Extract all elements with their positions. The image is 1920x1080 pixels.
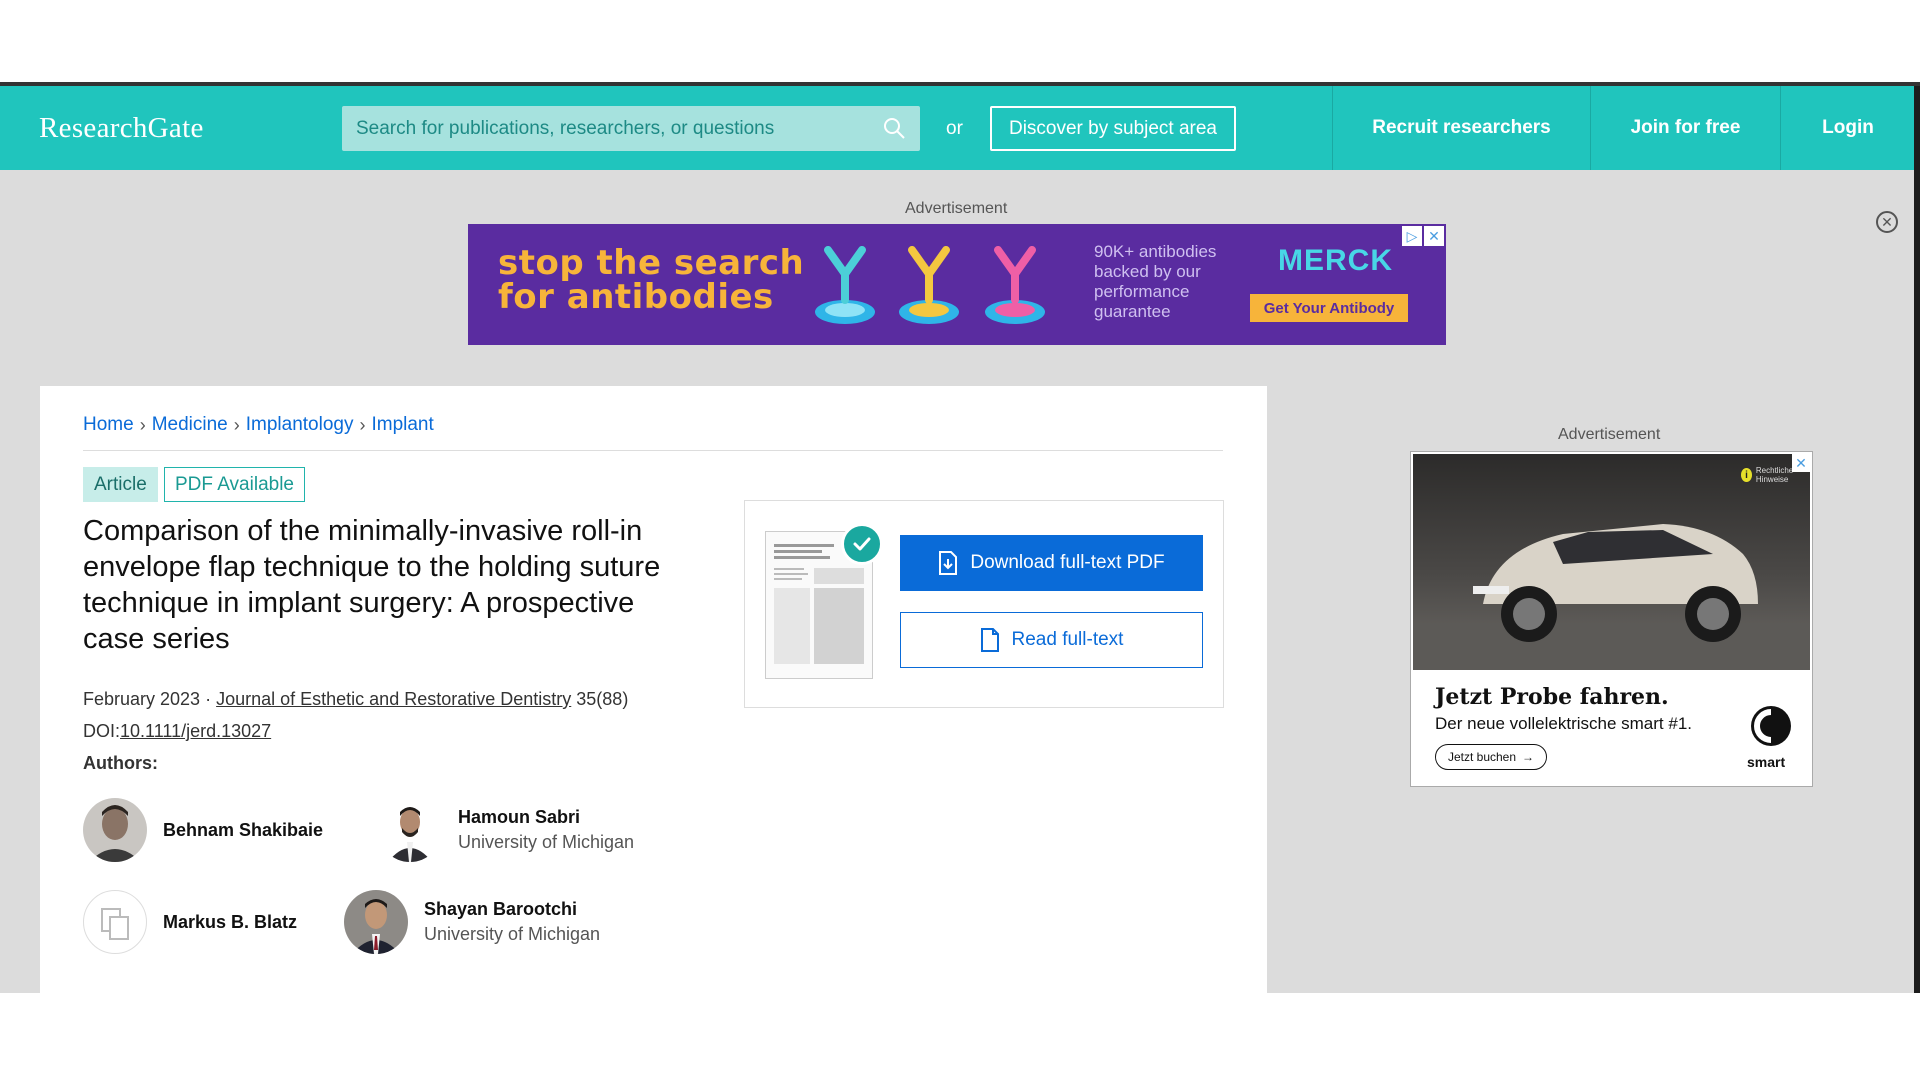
document-icon	[980, 628, 999, 652]
discover-by-subject-button[interactable]: Discover by subject area	[990, 106, 1236, 151]
breadcrumb: Home › Medicine › Implantology › Implant	[83, 414, 434, 436]
author-name[interactable]: Markus B. Blatz	[163, 912, 297, 933]
advertisement-label-top: Advertisement	[905, 200, 1008, 217]
search-input[interactable]: Search for publications, researchers, or…	[342, 106, 920, 151]
author-affiliation: University of Michigan	[458, 832, 635, 852]
search-icon[interactable]	[882, 116, 906, 140]
adchoices[interactable]: ▷ ✕	[1402, 226, 1444, 246]
adchoices-icon[interactable]: ▷	[1402, 226, 1422, 246]
breadcrumb-implantology[interactable]: Implantology	[246, 414, 354, 436]
avatar	[83, 798, 147, 862]
ad-right-subline: Der neue vollelektrische smart #1.	[1435, 714, 1693, 733]
breadcrumb-medicine[interactable]: Medicine	[152, 414, 228, 436]
article-meta: February 2023 · Journal of Esthetic and …	[83, 689, 629, 741]
recruit-researchers-link[interactable]: Recruit researchers	[1332, 86, 1590, 170]
authors-label: Authors:	[83, 753, 158, 773]
researchgate-logo[interactable]: ResearchGate	[39, 112, 204, 145]
breadcrumb-implant[interactable]: Implant	[371, 414, 433, 436]
journal-link[interactable]: Journal of Esthetic and Restorative Dent…	[216, 689, 571, 709]
download-pdf-button[interactable]: Download full-text PDF	[900, 535, 1203, 591]
arrow-right-icon: →	[1522, 750, 1535, 764]
ad-copy: 90K+ antibodies backed by our performanc…	[1094, 242, 1217, 321]
pdf-available-badge: PDF Available	[164, 467, 305, 502]
breadcrumb-home[interactable]: Home	[83, 414, 134, 436]
check-icon	[841, 523, 883, 565]
ad-headline: stop the search for antibodies	[498, 243, 805, 317]
top-navbar: ResearchGate Search for publications, re…	[0, 86, 1920, 170]
author-item[interactable]: Behnam Shakibaie	[83, 798, 323, 862]
close-ad-icon[interactable]: ✕	[1792, 454, 1810, 472]
info-icon: i	[1741, 468, 1752, 482]
avatar	[344, 890, 408, 954]
login-link[interactable]: Login	[1780, 86, 1915, 170]
join-for-free-link[interactable]: Join for free	[1590, 86, 1780, 170]
article-title: Comparison of the minimally-invasive rol…	[83, 515, 661, 655]
car-image	[1413, 454, 1810, 670]
smart-brand: smart	[1747, 754, 1786, 770]
antibody-icon	[899, 246, 959, 324]
publication-date: February 2023	[83, 689, 201, 709]
journal-volume: 35(88)	[576, 689, 629, 709]
search-placeholder: Search for publications, researchers, or…	[356, 118, 775, 139]
get-antibody-button[interactable]: Get Your Antibody	[1250, 294, 1408, 322]
article-type-badge: Article	[83, 467, 158, 502]
author-name[interactable]: Hamoun Sabri	[458, 807, 634, 828]
fulltext-panel: Download full-text PDF Read full-text	[744, 500, 1224, 708]
chevron-right-icon: ›	[139, 414, 146, 435]
scrollbar[interactable]	[1914, 86, 1920, 993]
doi-label: DOI:	[83, 721, 121, 741]
antibody-icon	[985, 246, 1045, 324]
book-test-drive-button[interactable]: Jetzt buchen →	[1435, 744, 1547, 770]
download-pdf-label: Download full-text PDF	[970, 552, 1165, 573]
author-item[interactable]: Shayan Barootchi University of Michigan	[344, 890, 600, 954]
chevron-right-icon: ›	[233, 414, 240, 435]
article-card: Home › Medicine › Implantology › Implant…	[40, 386, 1267, 993]
advertisement-label-right: Advertisement	[1558, 426, 1661, 443]
chevron-right-icon: ›	[359, 414, 366, 435]
close-ad-icon[interactable]: ✕	[1424, 226, 1444, 246]
smart-logo-icon	[1751, 706, 1791, 746]
author-item[interactable]: Hamoun Sabri University of Michigan	[378, 798, 634, 862]
avatar	[378, 798, 442, 862]
banner-ad[interactable]: stop the search for antibodies 90K+ anti…	[468, 224, 1446, 345]
sidebar-ad[interactable]: i Rechtliche Hinweise ✕ Jetzt Probe fahr…	[1410, 451, 1813, 787]
read-fulltext-label: Read full-text	[1011, 629, 1124, 650]
author-name[interactable]: Behnam Shakibaie	[163, 820, 323, 841]
ad-right-headline: Jetzt Probe fahren.	[1435, 684, 1669, 710]
download-file-icon	[939, 551, 958, 575]
avatar-placeholder-icon	[83, 890, 147, 954]
author-affiliation: University of Michigan	[424, 924, 601, 944]
author-name[interactable]: Shayan Barootchi	[424, 899, 600, 920]
divider	[83, 450, 1223, 451]
read-fulltext-button[interactable]: Read full-text	[900, 612, 1203, 668]
antibody-icon	[815, 246, 875, 324]
doi-link[interactable]: 10.1111/jerd.13027	[120, 721, 271, 741]
merck-logo: MERCK	[1278, 244, 1393, 277]
author-item[interactable]: Markus B. Blatz	[83, 890, 297, 954]
or-label: or	[946, 118, 963, 139]
close-circle-icon[interactable]: ✕	[1876, 211, 1898, 233]
